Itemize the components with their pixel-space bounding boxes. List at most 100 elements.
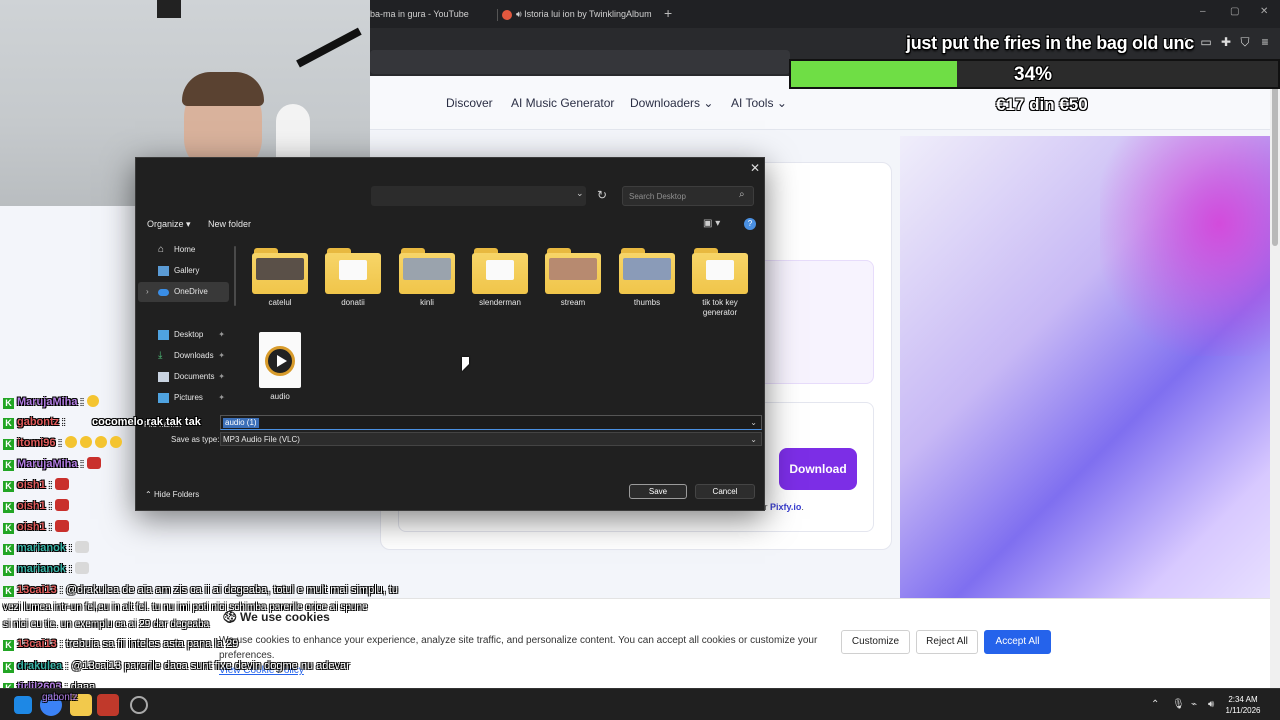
nav-ai-tools[interactable]: AI Tools ⌄ xyxy=(731,96,787,110)
cloud-icon xyxy=(158,289,169,296)
nav-label: Downloaders xyxy=(630,96,701,110)
home-icon: ⌂ xyxy=(158,244,165,255)
chat-username[interactable]: marianok xyxy=(17,542,66,554)
mic-icon[interactable]: 🎙︎ xyxy=(1172,699,1185,710)
accept-all-button[interactable]: Accept All xyxy=(984,630,1051,654)
clock-date: 1/11/2026 xyxy=(1225,706,1261,715)
tab-youtube[interactable]: ba-ma in gura - YouTube xyxy=(370,4,498,24)
view-options-icon[interactable]: ▣ ▾ xyxy=(703,218,720,229)
help-icon[interactable]: ? xyxy=(744,218,756,230)
pane-splitter[interactable] xyxy=(234,246,236,306)
refresh-icon[interactable]: ↻ xyxy=(597,188,607,202)
folder-paper xyxy=(706,260,734,280)
powered-suffix: . xyxy=(801,502,804,512)
nav-home[interactable]: ⌂ Home xyxy=(138,240,229,260)
hide-folders-button[interactable]: ⌃ Hide Folders xyxy=(145,490,199,499)
tray-chevron-icon[interactable]: ⌃ xyxy=(1151,699,1159,710)
tab-istoria[interactable]: 🔊︎ Istoria lui ion by TwinklingAlbum xyxy=(502,4,652,24)
wallet-icon[interactable]: ▭ xyxy=(1199,35,1213,49)
nav-gallery[interactable]: Gallery xyxy=(138,261,229,281)
system-clock[interactable]: 2:34 AM 1/11/2026 xyxy=(1220,694,1266,716)
close-window-button[interactable]: ✕ xyxy=(1260,6,1268,17)
kick-badge-icon: K xyxy=(3,502,14,513)
savetype-label: Save as type: xyxy=(171,435,220,444)
reject-all-button[interactable]: Reject All xyxy=(916,630,978,654)
chat-message: Koish1: xyxy=(3,499,69,513)
download-button[interactable]: Download xyxy=(779,448,857,490)
chat-text: : xyxy=(48,479,52,491)
gallery-icon xyxy=(158,266,169,276)
file-item[interactable]: audio xyxy=(244,324,316,402)
nav-ai-music-generator[interactable]: AI Music Generator xyxy=(511,96,614,110)
chat-message: Kmarianok: xyxy=(3,562,89,576)
folder-item[interactable]: donatii xyxy=(317,240,389,308)
page-scrollbar-thumb[interactable] xyxy=(1272,82,1278,246)
network-icon[interactable]: ⌁ xyxy=(1191,699,1197,710)
folder-thumbnail xyxy=(256,258,304,280)
chat-username[interactable]: itomi96 xyxy=(17,437,56,449)
nav-documents[interactable]: Documents ✦ xyxy=(138,367,229,387)
filename-input[interactable]: audio (1) ⌄ xyxy=(220,415,762,430)
folder-item[interactable]: tik tok key generator xyxy=(684,240,756,318)
settings-icon[interactable] xyxy=(130,696,148,714)
nav-discover[interactable]: Discover xyxy=(446,96,493,110)
search-icon[interactable]: ⌕ xyxy=(739,189,745,200)
folder-item[interactable]: stream xyxy=(537,240,609,308)
folder-item[interactable]: slenderman xyxy=(464,240,536,308)
cancel-button[interactable]: Cancel xyxy=(695,484,755,499)
nav-desktop[interactable]: Desktop ✦ xyxy=(138,325,229,345)
extension-icon[interactable]: ✚ xyxy=(1219,35,1233,49)
kick-badge-icon: K xyxy=(3,586,14,597)
chat-text: : @drakulea de aia am zis ca ii ai degea… xyxy=(59,584,399,596)
chat-username[interactable]: 13cai13 xyxy=(17,638,57,650)
nav-label: AI Tools xyxy=(731,96,774,110)
nav-downloads[interactable]: ⤓ Downloads ✦ xyxy=(138,346,229,366)
folder-icon xyxy=(545,248,601,294)
path-bar[interactable] xyxy=(371,186,586,206)
chat-username[interactable]: marianok xyxy=(17,563,66,575)
new-folder-button[interactable]: New folder xyxy=(208,219,251,229)
path-dropdown-chevron-icon[interactable]: ⌄ xyxy=(576,188,584,199)
minimize-button[interactable]: – xyxy=(1200,6,1206,17)
address-bar[interactable] xyxy=(370,50,790,74)
chat-message: K MarujaMiha: xyxy=(3,395,99,409)
nav-downloaders[interactable]: Downloaders ⌄ xyxy=(630,96,713,110)
chat-username[interactable]: MarujaMiha xyxy=(17,458,78,470)
menu-icon[interactable]: ≡ xyxy=(1258,35,1272,49)
kick-badge-icon: K xyxy=(3,662,14,673)
chat-username[interactable]: MarujaMiha xyxy=(17,396,78,408)
chat-username[interactable]: gabontz xyxy=(17,416,59,428)
chat-username[interactable]: oish1 xyxy=(17,521,46,533)
chat-username[interactable]: oish1 xyxy=(17,479,46,491)
folder-item[interactable]: thumbs xyxy=(611,240,683,308)
chat-username[interactable]: 13cai13 xyxy=(17,584,57,596)
hide-folders-label: Hide Folders xyxy=(153,490,200,499)
maximize-button[interactable]: ▢ xyxy=(1230,6,1239,17)
search-desktop-input[interactable]: Search Desktop xyxy=(622,186,754,206)
expand-chevron-icon[interactable]: › xyxy=(146,282,149,302)
nav-pictures[interactable]: Pictures ✦ xyxy=(138,388,229,408)
chat-message-continuation: vezi lumea intr-un fel,eu in alt fel. tu… xyxy=(3,602,368,613)
chat-username[interactable]: drakulea xyxy=(17,660,62,672)
organize-button[interactable]: Organize ▾ xyxy=(147,219,191,230)
new-tab-button[interactable]: + xyxy=(664,4,672,22)
file-name: slenderman xyxy=(479,298,521,307)
folder-item[interactable]: catelul xyxy=(244,240,316,308)
tab-label: ba-ma in gura - YouTube xyxy=(370,9,469,19)
chat-message: Kgabontz: xyxy=(3,415,65,429)
shield-icon[interactable]: ⛉ xyxy=(1238,35,1252,49)
chat-username[interactable]: oish1 xyxy=(17,500,46,512)
save-button[interactable]: Save xyxy=(629,484,687,499)
kick-badge-icon: K xyxy=(3,439,14,450)
start-icon[interactable] xyxy=(14,696,32,714)
volume-icon[interactable]: 🔊︎ xyxy=(1208,699,1214,710)
folder-item[interactable]: kinli xyxy=(391,240,463,308)
pixfy-link[interactable]: Pixfy.io xyxy=(770,502,801,512)
nav-onedrive[interactable]: › OneDrive xyxy=(138,282,229,302)
chat-text: : xyxy=(80,458,84,470)
chevron-down-icon[interactable]: ⌄ xyxy=(750,418,757,427)
app-icon[interactable] xyxy=(97,694,119,716)
customize-button[interactable]: Customize xyxy=(841,630,910,654)
dialog-close-icon[interactable]: ✕ xyxy=(750,161,760,175)
savetype-select[interactable]: MP3 Audio File (VLC) ⌄ xyxy=(220,432,762,446)
